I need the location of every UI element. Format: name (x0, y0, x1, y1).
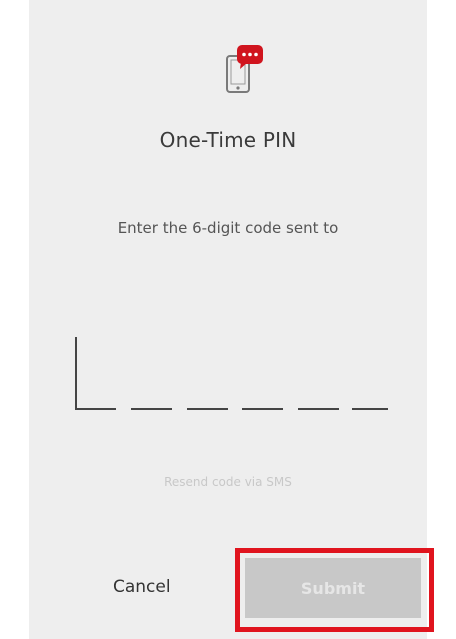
phone-message-icon (226, 45, 263, 93)
cancel-button[interactable]: Cancel (80, 562, 200, 612)
dialog-title: One-Time PIN (159, 128, 297, 152)
pin-slot-6[interactable] (352, 408, 388, 410)
submit-button[interactable]: Submit (245, 558, 421, 618)
resend-sms-link[interactable]: Resend code via SMS (29, 475, 427, 489)
pin-slot-4[interactable] (242, 408, 283, 410)
pin-slot-2[interactable] (131, 408, 172, 410)
pin-input[interactable] (72, 337, 392, 417)
pin-slot-3[interactable] (187, 408, 228, 410)
pin-slot-1[interactable] (75, 408, 116, 410)
instruction-text: Enter the 6-digit code sent to (117, 219, 339, 237)
pin-cursor (75, 337, 77, 410)
pin-slot-5[interactable] (298, 408, 339, 410)
